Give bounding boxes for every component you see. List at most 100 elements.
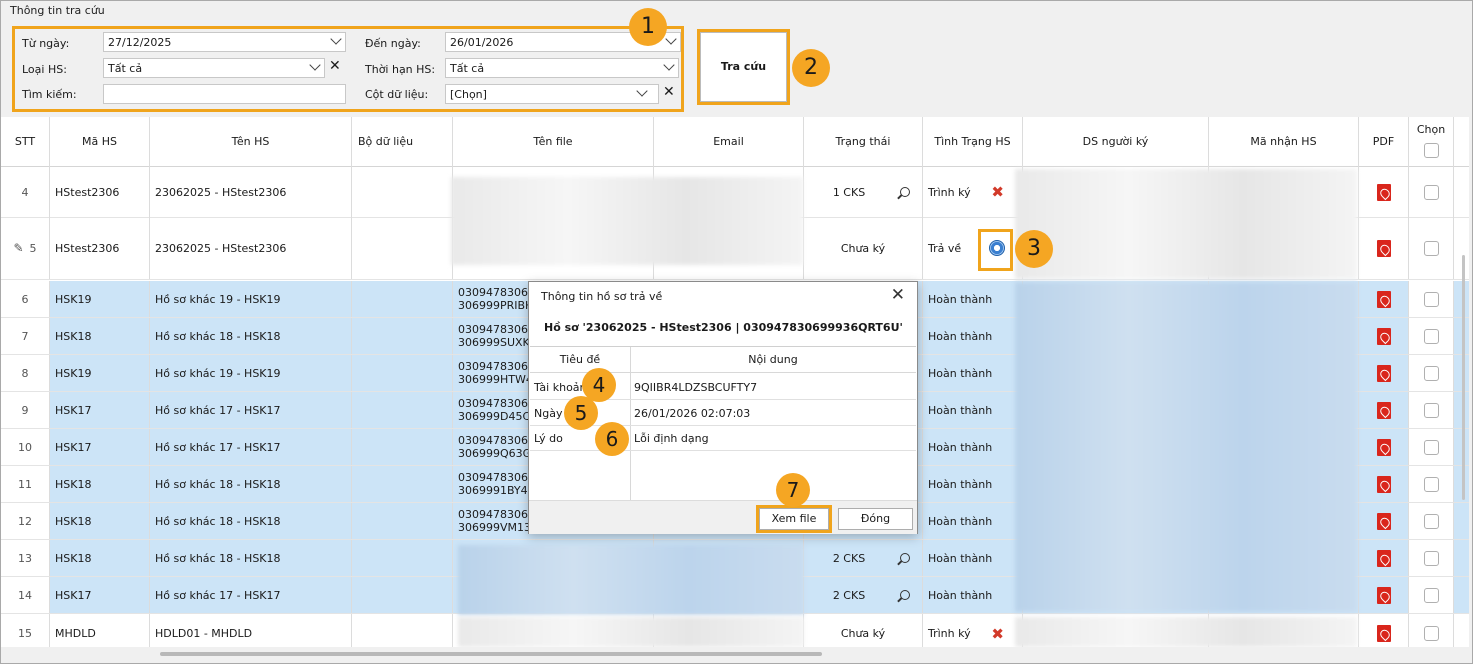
col-header-ten-hs[interactable]: Tên HS [150, 117, 352, 167]
col-header-bo-du-lieu[interactable]: Bộ dữ liệu [352, 117, 453, 167]
cell-ten-hs: Hồ sơ khác 18 - HSK18 [150, 318, 352, 354]
col-header-tinh-trang[interactable]: Tình Trạng HS [923, 117, 1023, 167]
cancel-icon[interactable]: ✖ [991, 183, 1004, 201]
loai-hs-clear-icon[interactable]: ✕ [329, 58, 341, 74]
chevron-down-icon[interactable] [309, 59, 321, 71]
row-checkbox[interactable] [1423, 550, 1439, 566]
pdf-icon[interactable] [1376, 512, 1391, 530]
pdf-icon[interactable] [1376, 364, 1391, 382]
cell-pdf [1359, 355, 1409, 391]
col-header-ma-nhan-hs[interactable]: Mã nhận HS [1209, 117, 1359, 167]
pdf-icon[interactable] [1376, 183, 1391, 201]
cell-stt: 10 [1, 429, 50, 465]
cell-tinh-trang: Hoàn thành [923, 429, 1023, 465]
thoi-han-select[interactable]: Tất cả [445, 58, 679, 78]
col-header-ds-nguoi-ky[interactable]: DS người ký [1023, 117, 1209, 167]
row-checkbox[interactable] [1423, 291, 1439, 307]
select-all-checkbox[interactable] [1423, 143, 1439, 158]
col-header-email[interactable]: Email [654, 117, 804, 167]
vertical-scrollbar[interactable] [1462, 255, 1465, 500]
chevron-down-icon[interactable] [330, 33, 342, 45]
cell-pdf [1359, 281, 1409, 317]
row-checkbox[interactable] [1423, 439, 1439, 455]
close-icon[interactable]: ✕ [891, 285, 905, 305]
stt-value: 7 [21, 329, 29, 343]
horizontal-scrollbar[interactable] [160, 652, 822, 656]
cancel-icon[interactable]: ✖ [991, 625, 1004, 643]
pdf-icon[interactable] [1376, 586, 1391, 604]
tim-kiem-label: Tìm kiếm: [22, 88, 77, 101]
col-header-ten-file[interactable]: Tên file [453, 117, 654, 167]
cell-bo-du-lieu [352, 392, 453, 428]
col-header-pdf[interactable]: PDF [1359, 117, 1409, 167]
cell-tinh-trang: Hoàn thành [923, 540, 1023, 576]
col-header-chon[interactable]: Chọn [1409, 117, 1454, 167]
cell-ma-hs: HSK18 [50, 466, 150, 502]
cell-ten-hs: HDLD01 - MHDLD [150, 614, 352, 647]
col-header-trang-thai[interactable]: Trạng thái [804, 117, 923, 167]
stt-value: 10 [18, 440, 32, 454]
pdf-icon[interactable] [1376, 475, 1391, 493]
view-file-button[interactable]: Xem file [759, 508, 829, 530]
search-input[interactable] [103, 84, 346, 104]
loai-hs-select[interactable]: Tất cả [103, 58, 325, 78]
cell-chon [1409, 281, 1454, 317]
pdf-icon[interactable] [1376, 327, 1391, 345]
cell-trang-thai: 2 CKS [804, 540, 923, 576]
trang-thai-value: 2 CKS [832, 588, 866, 602]
cell-bo-du-lieu [352, 318, 453, 354]
cell-chon [1409, 392, 1454, 428]
cell-bo-du-lieu [352, 466, 453, 502]
chevron-down-icon[interactable] [636, 85, 648, 97]
cell-pdf [1359, 217, 1409, 279]
search-icon[interactable] [900, 553, 910, 563]
pdf-icon[interactable] [1376, 290, 1391, 308]
cell-tinh-trang: Trình ký ✖ [923, 614, 1023, 647]
row-checkbox[interactable] [1423, 587, 1439, 603]
cell-ma-hs: HSK19 [50, 355, 150, 391]
close-button[interactable]: Đóng [838, 508, 913, 530]
row-key: Ngày [534, 407, 563, 420]
chevron-down-icon[interactable] [663, 59, 675, 71]
cell-ten-hs: Hồ sơ khác 18 - HSK18 [150, 503, 352, 539]
row-checkbox[interactable] [1423, 328, 1439, 344]
chevron-down-icon[interactable] [665, 33, 677, 45]
pdf-icon[interactable] [1376, 625, 1391, 642]
cell-pdf [1359, 167, 1409, 217]
cell-ma-hs: HStest2306 [50, 217, 150, 279]
stt-value: 4 [21, 185, 29, 199]
search-icon[interactable] [900, 590, 910, 600]
pdf-icon[interactable] [1376, 438, 1391, 456]
cell-pdf [1359, 503, 1409, 539]
row-checkbox[interactable] [1423, 184, 1439, 200]
pdf-icon[interactable] [1376, 549, 1391, 567]
cell-trang-thai: Chưa ký [804, 217, 923, 279]
cell-trang-thai: 1 CKS [804, 167, 923, 217]
pdf-icon[interactable] [1376, 239, 1391, 257]
tinh-trang-value: Trình ký [928, 185, 971, 199]
row-checkbox[interactable] [1423, 513, 1439, 529]
row-checkbox[interactable] [1423, 626, 1439, 641]
pdf-icon[interactable] [1376, 401, 1391, 419]
row-checkbox[interactable] [1423, 365, 1439, 381]
cell-tinh-trang: Hoàn thành [923, 392, 1023, 428]
chon-label: Chọn [1416, 123, 1446, 136]
search-button[interactable]: Tra cứu [700, 32, 787, 102]
tu-ngay-picker[interactable]: 27/12/2025 [103, 32, 346, 52]
cell-chon [1409, 614, 1454, 647]
cot-du-lieu-select[interactable]: [Chọn] [445, 84, 659, 104]
row-checkbox[interactable] [1423, 476, 1439, 492]
blurred-region [458, 545, 804, 615]
trang-thai-value: 1 CKS [832, 185, 866, 199]
callout-badge-3: 3 [1015, 230, 1053, 268]
den-ngay-value: 26/01/2026 [450, 36, 514, 49]
cot-du-lieu-clear-icon[interactable]: ✕ [663, 84, 675, 100]
cell-stt: 4 [1, 167, 50, 217]
col-header-ma-hs[interactable]: Mã HS [50, 117, 150, 167]
cell-pdf [1359, 392, 1409, 428]
search-icon[interactable] [900, 187, 910, 197]
row-checkbox[interactable] [1423, 240, 1439, 256]
cell-pdf [1359, 540, 1409, 576]
col-header-stt[interactable]: STT [1, 117, 50, 167]
row-checkbox[interactable] [1423, 402, 1439, 418]
